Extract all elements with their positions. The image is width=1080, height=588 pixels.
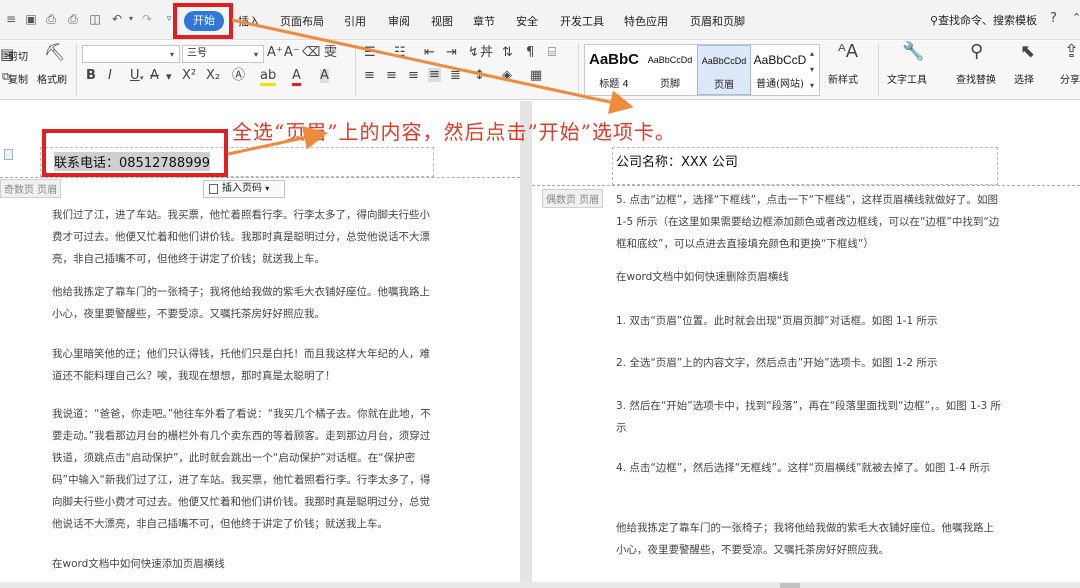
document-area: 奇数页 页眉 联系电话：08512788999 插入页码 ▾ 我们过了江，进了车…: [0, 18, 1080, 588]
arrow-from-header: [227, 126, 328, 156]
horizontal-scrollbar[interactable]: [0, 582, 1080, 588]
annotation-arrows: [227, 18, 634, 156]
wps-writer-window: ≡ ▣ ⎙ ⎙ ◫ ↶ ▾ ↷ ▿ 开始 插入 页面布局 引用 审阅 视图 章节…: [0, 0, 1080, 588]
scrollbar-thumb[interactable]: [780, 583, 800, 588]
arrow-to-start-tab: [231, 18, 634, 114]
